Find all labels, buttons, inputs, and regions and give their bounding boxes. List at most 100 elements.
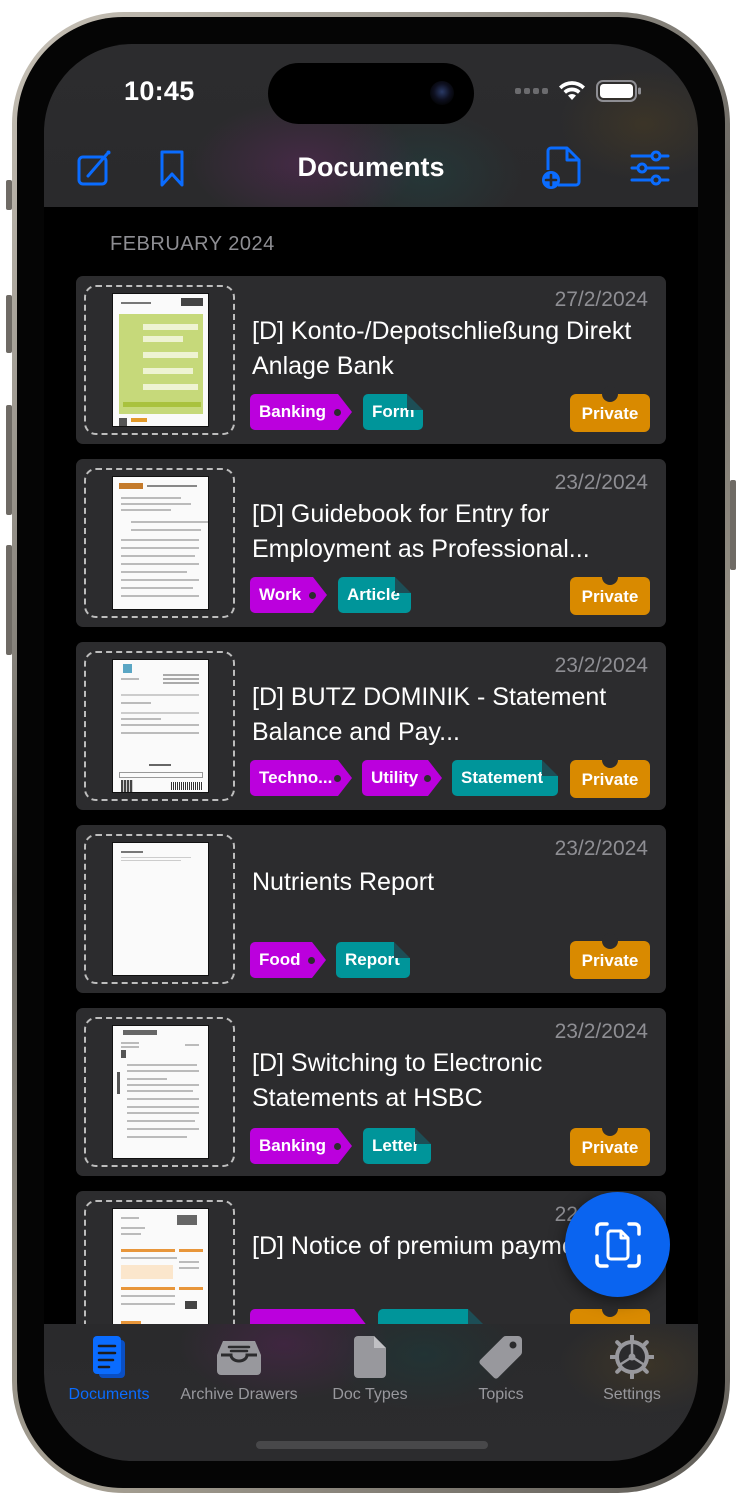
topic-tag[interactable]: Banking	[250, 394, 352, 430]
action-button	[6, 180, 12, 210]
doc-type-icon	[354, 1336, 386, 1378]
topic-tag[interactable]: Techno...	[250, 760, 352, 796]
scan-document-button[interactable]	[565, 1192, 670, 1297]
page-fold-icon	[394, 942, 410, 958]
doc-type-tag[interactable]: Form	[363, 394, 423, 430]
drawer-notch-icon	[602, 752, 618, 768]
tab-settings[interactable]: Settings	[567, 1334, 697, 1404]
documents-icon	[93, 1336, 125, 1378]
volume-up-button	[6, 295, 12, 353]
drawer-tag[interactable]: Private	[570, 752, 650, 798]
drawer-notch-icon	[602, 1120, 618, 1136]
document-thumbnail	[112, 842, 209, 976]
document-card[interactable]: 23/2/2024 [D] Switching to Electronic St…	[76, 1008, 666, 1176]
status-time: 10:45	[124, 76, 195, 106]
document-date: 23/2/2024	[554, 837, 648, 860]
tab-label: Documents	[68, 1386, 150, 1403]
tab-label: Topics	[478, 1386, 524, 1403]
topic-tag[interactable]: Work	[250, 577, 327, 613]
document-title: [D] Guidebook for Entry for Employment a…	[252, 500, 590, 563]
drawer-tag-label: Private	[581, 404, 639, 423]
tag-hole-icon	[334, 1143, 341, 1150]
doc-type-tag[interactable]	[378, 1309, 484, 1324]
tag-hole-icon	[309, 592, 316, 599]
filter-sliders-icon	[630, 150, 670, 186]
side-button	[730, 480, 736, 570]
drawer-tag-label: Private	[581, 770, 639, 789]
thumbnail-frame	[84, 834, 235, 984]
camera-icon	[430, 81, 454, 105]
tab-bar: Documents Archive Drawers Doc Types Topi…	[44, 1324, 698, 1461]
volume-up-button-2	[6, 405, 12, 515]
document-title: Nutrients Report	[252, 868, 435, 896]
drawer-tag[interactable]: Private	[570, 1120, 650, 1166]
drawer-notch-icon	[602, 933, 618, 949]
page-fold-icon	[468, 1309, 484, 1324]
drawer-tag[interactable]: Private	[570, 933, 650, 979]
tab-archive-drawers[interactable]: Archive Drawers	[174, 1334, 304, 1404]
drawer-tag-label: Private	[581, 587, 639, 606]
tag-icon	[479, 1335, 523, 1379]
document-card[interactable]: 23/2/2024 [D] BUTZ DOMINIK - Statement B…	[76, 642, 666, 810]
document-date: 23/2/2024	[554, 471, 648, 494]
topic-tag[interactable]: Utility	[362, 760, 442, 796]
doc-type-tag[interactable]: Report	[336, 942, 410, 978]
topic-tag[interactable]: Banking	[250, 1128, 352, 1164]
drawer-tag[interactable]: Private	[570, 386, 650, 432]
dynamic-island	[268, 63, 474, 124]
drawer-tag[interactable]	[570, 1301, 650, 1324]
document-title: [D] BUTZ DOMINIK - Statement Balance and…	[252, 683, 607, 746]
page-title: Documents	[297, 152, 445, 182]
doc-type-tag[interactable]: Article	[338, 577, 411, 613]
topic-tag-label: Work	[259, 585, 302, 604]
thumbnail-frame	[84, 1200, 235, 1324]
tab-topics[interactable]: Topics	[436, 1334, 566, 1404]
document-thumbnail	[112, 1025, 209, 1159]
cellular-signal-icon	[515, 88, 548, 94]
document-date: 23/2/2024	[554, 654, 648, 677]
wifi-icon	[559, 81, 585, 100]
section-header: FEBRUARY 2024	[110, 233, 275, 255]
document-title: [D] Switching to Electronic Statements a…	[252, 1049, 543, 1112]
thumbnail-frame	[84, 1017, 235, 1167]
doc-type-label: Article	[347, 585, 400, 604]
thumbnail-frame	[84, 285, 235, 435]
document-date: 23/2/2024	[554, 1020, 648, 1043]
doc-type-label: Report	[345, 950, 400, 969]
page-fold-icon	[395, 577, 411, 593]
volume-down-button	[6, 545, 12, 655]
thumbnail-frame	[84, 651, 235, 801]
document-thumbnail	[112, 1208, 209, 1324]
scan-document-icon	[594, 1221, 641, 1268]
tab-label: Doc Types	[332, 1386, 408, 1403]
tag-hole-icon	[424, 775, 431, 782]
topic-tag-label: Banking	[259, 1136, 327, 1155]
topic-tag[interactable]: Food	[250, 942, 326, 978]
add-document-button[interactable]	[540, 144, 584, 195]
topic-tag-label: Food	[259, 950, 301, 969]
topic-tag[interactable]	[250, 1309, 368, 1324]
document-thumbnail	[112, 659, 209, 793]
tab-documents[interactable]: Documents	[44, 1334, 174, 1404]
document-thumbnail	[112, 476, 209, 610]
doc-type-tag[interactable]: Statement	[452, 760, 558, 796]
topic-tag-label: Techno...	[259, 768, 333, 787]
document-card[interactable]: 23/2/2024 [D] Guidebook for Entry for Em…	[76, 459, 666, 627]
add-document-icon	[542, 146, 581, 189]
tab-label: Archive Drawers	[180, 1386, 298, 1403]
drawer-notch-icon	[602, 1301, 618, 1317]
doc-type-label: Statement	[461, 768, 544, 787]
home-indicator[interactable]	[256, 1441, 488, 1449]
screen: 10:45 Documents FEBRUARY 2024 27/2/2024 …	[44, 44, 698, 1461]
doc-type-tag[interactable]: Letter	[363, 1128, 431, 1164]
filter-button[interactable]	[630, 148, 670, 193]
thumbnail-frame	[84, 468, 235, 618]
drawer-tag-label: Private	[581, 1138, 639, 1157]
document-card[interactable]: 27/2/2024 [D] Konto-/Depotschließung Dir…	[76, 276, 666, 444]
page-fold-icon	[415, 1128, 431, 1144]
battery-icon	[596, 80, 641, 102]
tab-doc-types[interactable]: Doc Types	[305, 1334, 435, 1404]
drawer-notch-icon	[602, 569, 618, 585]
drawer-tag[interactable]: Private	[570, 569, 650, 615]
document-card[interactable]: 23/2/2024 Nutrients Report Food Report P…	[76, 825, 666, 993]
